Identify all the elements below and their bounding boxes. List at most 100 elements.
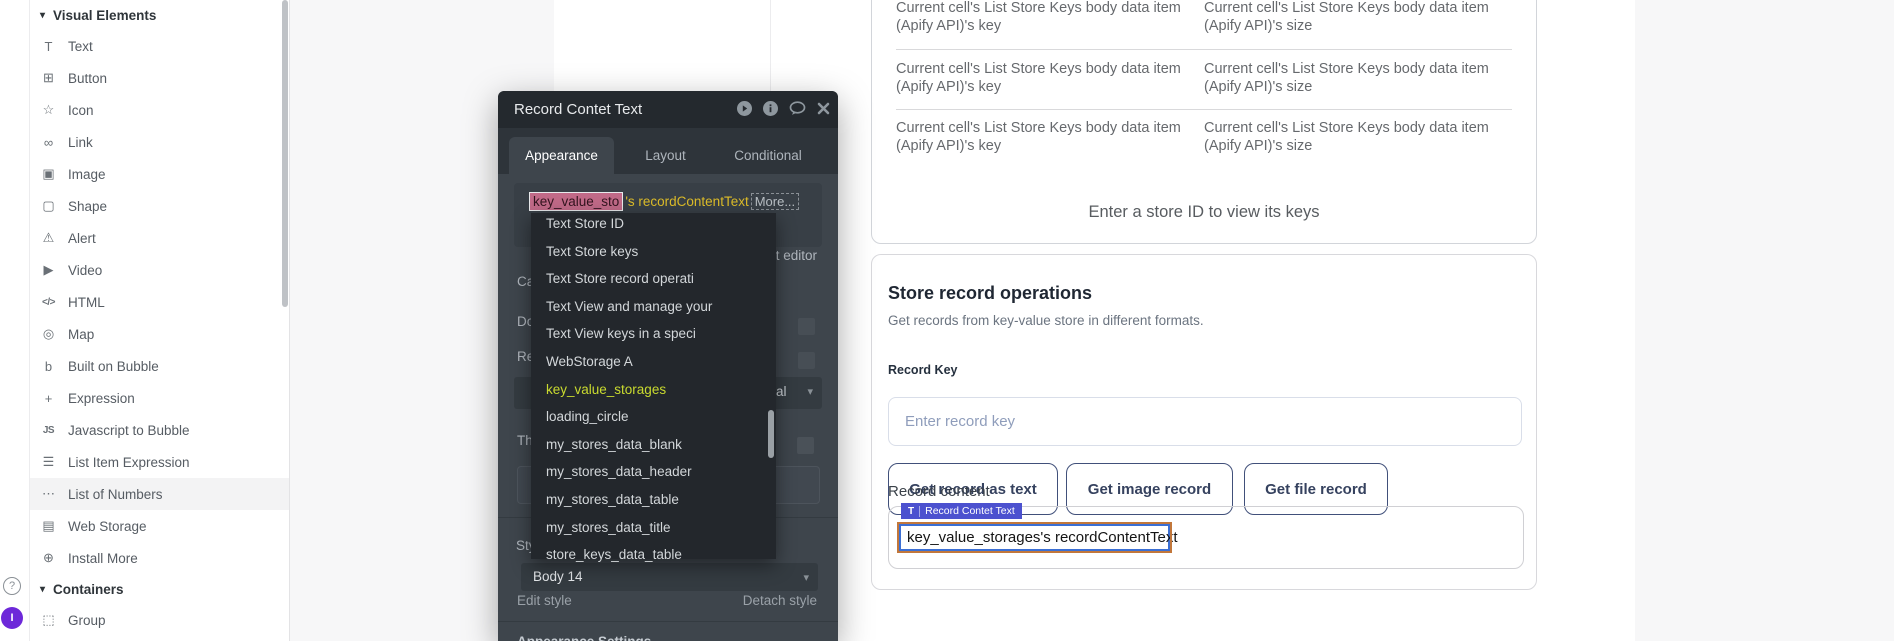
record-content-label: Record content: [888, 483, 990, 500]
selected-text-element[interactable]: key_value_storages's recordContentText: [899, 524, 1170, 551]
dialog-header[interactable]: Record Contet Text: [498, 91, 838, 128]
chat-badge[interactable]: I: [1, 607, 23, 629]
list-item-icon: ☰: [39, 454, 58, 470]
property-editor-dialog: Record Contet Text Appearance Layout Con…: [498, 91, 838, 641]
autocomplete-option[interactable]: Text View and manage your: [546, 299, 712, 314]
autocomplete-option[interactable]: loading_circle: [546, 409, 629, 424]
autocomplete-option[interactable]: key_value_storages: [546, 382, 666, 397]
sidebar-item-icon[interactable]: ☆Icon: [30, 94, 289, 126]
text-icon: T: [39, 39, 58, 54]
help-icon[interactable]: ?: [3, 577, 21, 595]
sidebar-item-built-on-bubble[interactable]: b Built on Bubble: [30, 350, 289, 382]
sidebar-item-repeating-group[interactable]: ⬚Repeating Group: [30, 636, 289, 641]
sidebar-item-video[interactable]: ▶Video: [30, 254, 289, 286]
expression-line[interactable]: key_value_sto 's recordContentText More.…: [529, 191, 799, 212]
detach-style-link[interactable]: Detach style: [743, 593, 817, 608]
sidebar-item-label: Image: [68, 167, 106, 182]
sidebar-item-map[interactable]: ◎Map: [30, 318, 289, 350]
section-header-visual-elements[interactable]: ▾Visual Elements: [30, 0, 289, 30]
size-cell: Current cell's List Store Keys body data…: [1204, 119, 1534, 155]
bubble-editor-screen: ? I ▾Visual ElementsTText⊞Button☆Icon∞Li…: [0, 0, 1894, 641]
style-select[interactable]: Body 14 ▾: [521, 563, 818, 591]
expression-editing-token[interactable]: key_value_sto: [529, 192, 623, 211]
record-key-input[interactable]: Enter record key: [888, 397, 1522, 446]
sidebar-item-label: Web Storage: [68, 519, 147, 534]
sidebar-item-install-more[interactable]: ⊕Install More: [30, 542, 289, 574]
store-record-operations-card: Store record operations Get records from…: [871, 254, 1537, 590]
map-pin-icon: ◎: [39, 326, 58, 342]
sidebar-item-label: Shape: [68, 199, 107, 214]
key-cell: Current cell's List Store Keys body data…: [896, 0, 1196, 35]
autocomplete-option[interactable]: Text Store record operati: [546, 271, 694, 286]
autocomplete-option[interactable]: Text View keys in a speci: [546, 326, 696, 341]
checkbox-2[interactable]: [798, 352, 815, 369]
expression-rest[interactable]: 's recordContentText: [623, 194, 748, 209]
html-tag-select-value-fragment: al: [776, 384, 787, 399]
edit-style-link[interactable]: Edit style: [517, 593, 572, 608]
expression-more-button[interactable]: More...: [751, 193, 799, 210]
shape-icon: ▢: [39, 198, 58, 214]
sidebar-item-list-item-expression[interactable]: ☰ List Item Expression: [30, 446, 289, 478]
autocomplete-option[interactable]: Text Store keys: [546, 244, 638, 259]
js-icon: JS: [39, 425, 58, 436]
checkbox-1[interactable]: [798, 318, 815, 335]
sidebar-item-label: Video: [68, 263, 102, 278]
sidebar-item-label: Built on Bubble: [68, 359, 159, 374]
sidebar-item-expression[interactable]: +Expression: [30, 382, 289, 414]
tab-appearance[interactable]: Appearance: [509, 137, 614, 174]
group-boundary-line: [770, 0, 771, 92]
store-keys-table-card[interactable]: Enter a store ID to view its keys Curren…: [871, 0, 1537, 244]
autocomplete-option[interactable]: store_keys_data_table: [546, 547, 682, 562]
image-icon: ▣: [39, 166, 58, 182]
sidebar-item-button[interactable]: ⊞ Button: [30, 62, 289, 94]
element-palette-list: ▾Visual Elements T Text ⊞ Button ☆Icon∞Link ▣ I…: [30, 0, 289, 641]
autocomplete-option[interactable]: my_stores_data_header: [546, 464, 692, 479]
rich-text-editor-link-fragment[interactable]: xt editor: [769, 248, 817, 263]
sidebar-item-label: Group: [68, 613, 106, 628]
dropdown-scrollbar[interactable]: [768, 410, 774, 458]
link-icon: ∞: [39, 135, 58, 150]
info-icon[interactable]: [763, 101, 778, 116]
html-icon: </>: [39, 297, 58, 308]
sidebar-item-label: List Item Expression: [68, 455, 190, 470]
sidebar-item-link[interactable]: ∞Link: [30, 126, 289, 158]
caret-down-icon: ▾: [40, 10, 45, 21]
record-key-placeholder: Enter record key: [905, 413, 1015, 430]
sidebar-item-label: Text: [68, 39, 93, 54]
autocomplete-option[interactable]: my_stores_data_title: [546, 520, 671, 535]
autocomplete-option[interactable]: WebStorage A: [546, 354, 633, 369]
autocomplete-option[interactable]: my_stores_data_table: [546, 492, 679, 507]
sidebar-item-web-storage[interactable]: ▤ Web Storage: [30, 510, 289, 542]
autocomplete-option[interactable]: my_stores_data_blank: [546, 437, 682, 452]
sidebar-scrollbar[interactable]: [282, 0, 288, 307]
play-icon[interactable]: [737, 101, 752, 116]
row-separator: [896, 109, 1512, 110]
autocomplete-option[interactable]: Text Store ID: [546, 216, 624, 231]
sidebar-item-image[interactable]: ▣ Image: [30, 158, 289, 190]
sidebar-item-alert[interactable]: ⚠Alert: [30, 222, 289, 254]
close-icon[interactable]: [817, 102, 830, 115]
ellipsis-icon: ⋯: [39, 486, 58, 502]
sidebar-item-text[interactable]: T Text: [30, 30, 289, 62]
sidebar-item-label: Button: [68, 71, 107, 86]
checkbox-3[interactable]: [797, 437, 814, 454]
tab-conditional[interactable]: Conditional: [723, 137, 813, 174]
appearance-settings-heading: Appearance Settings: [517, 634, 651, 641]
sidebar-item-label: Expression: [68, 391, 135, 406]
bubble-icon: b: [39, 359, 58, 374]
sidebar-item-label: HTML: [68, 295, 105, 310]
text-element-icon: T: [908, 506, 920, 517]
sidebar-item-html[interactable]: </> HTML: [30, 286, 289, 318]
sidebar-item-shape[interactable]: ▢ Shape: [30, 190, 289, 222]
sidebar-item-javascript-to-bubble[interactable]: JSJavascript to Bubble: [30, 414, 289, 446]
comment-icon[interactable]: [789, 101, 806, 116]
sidebar-item-list-of-numbers[interactable]: ⋯List of Numbers: [30, 478, 289, 510]
button-icon: ⊞: [39, 70, 58, 86]
section-header-containers[interactable]: ▾Containers: [30, 574, 289, 604]
tab-layout[interactable]: Layout: [628, 137, 703, 174]
dialog-tab-bar: Appearance Layout Conditional: [498, 128, 838, 174]
sidebar-item-label: Icon: [68, 103, 94, 118]
row-separator: [896, 49, 1512, 50]
storage-icon: ▤: [39, 518, 58, 534]
sidebar-item-group[interactable]: ⬚Group: [30, 604, 289, 636]
